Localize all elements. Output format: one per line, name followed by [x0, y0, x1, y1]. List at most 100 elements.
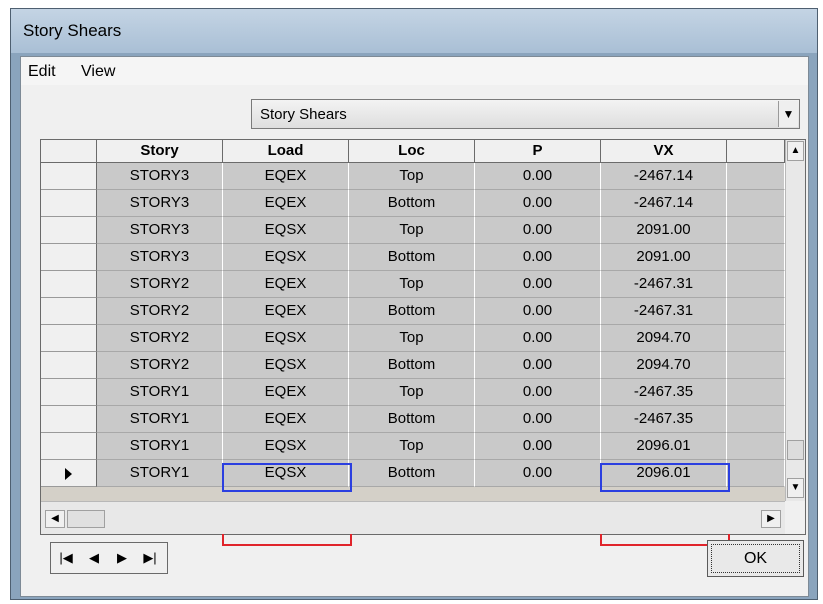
column-header-loc[interactable]: Loc — [349, 140, 475, 163]
row-header[interactable] — [41, 244, 97, 271]
cell-load[interactable]: EQEX — [223, 406, 349, 433]
cell-loc[interactable]: Top — [349, 379, 475, 406]
cell-story[interactable]: STORY3 — [97, 244, 223, 271]
cell-p[interactable]: 0.00 — [475, 406, 601, 433]
cell-story[interactable]: STORY3 — [97, 163, 223, 190]
cell-story[interactable]: STORY2 — [97, 325, 223, 352]
cell-vx[interactable]: -2467.14 — [601, 163, 727, 190]
cell-p[interactable]: 0.00 — [475, 460, 601, 487]
cell-next[interactable] — [727, 325, 785, 352]
cell-next[interactable] — [727, 298, 785, 325]
ok-button[interactable]: OK — [707, 540, 804, 577]
scroll-up-icon[interactable]: ▲ — [787, 141, 804, 161]
row-header[interactable] — [41, 190, 97, 217]
cell-loc[interactable]: Bottom — [349, 352, 475, 379]
cell-story[interactable]: STORY1 — [97, 406, 223, 433]
cell-loc[interactable]: Bottom — [349, 406, 475, 433]
cell-loc[interactable]: Bottom — [349, 190, 475, 217]
cell-load[interactable]: EQEX — [223, 163, 349, 190]
next-record-icon[interactable]: ▶ — [109, 546, 135, 570]
row-header[interactable] — [41, 271, 97, 298]
scroll-right-icon[interactable]: ▶ — [761, 510, 781, 528]
cell-story[interactable]: STORY1 — [97, 379, 223, 406]
cell-story[interactable]: STORY2 — [97, 298, 223, 325]
cell-load[interactable]: EQSX — [223, 325, 349, 352]
cell-p[interactable]: 0.00 — [475, 379, 601, 406]
cell-story[interactable]: STORY2 — [97, 352, 223, 379]
cell-vx[interactable]: 2091.00 — [601, 244, 727, 271]
cell-p[interactable]: 0.00 — [475, 163, 601, 190]
cell-p[interactable]: 0.00 — [475, 244, 601, 271]
cell-story[interactable]: STORY3 — [97, 190, 223, 217]
cell-p[interactable]: 0.00 — [475, 271, 601, 298]
cell-vx[interactable]: 2091.00 — [601, 217, 727, 244]
cell-loc[interactable]: Bottom — [349, 298, 475, 325]
row-header[interactable] — [41, 217, 97, 244]
cell-next[interactable] — [727, 190, 785, 217]
row-header[interactable] — [41, 352, 97, 379]
cell-vx[interactable]: -2467.31 — [601, 271, 727, 298]
vertical-scroll-thumb[interactable] — [787, 440, 804, 460]
row-header[interactable] — [41, 406, 97, 433]
row-header[interactable] — [41, 163, 97, 190]
column-header-next[interactable] — [727, 140, 785, 163]
first-record-icon[interactable]: |◀ — [53, 546, 79, 570]
cell-loc[interactable]: Top — [349, 433, 475, 460]
cell-loc[interactable]: Top — [349, 325, 475, 352]
row-header[interactable] — [41, 460, 97, 487]
row-header[interactable] — [41, 298, 97, 325]
cell-load[interactable]: EQEX — [223, 190, 349, 217]
cell-story[interactable]: STORY1 — [97, 433, 223, 460]
row-header[interactable] — [41, 379, 97, 406]
cell-story[interactable]: STORY2 — [97, 271, 223, 298]
row-header[interactable] — [41, 325, 97, 352]
cell-vx[interactable]: -2467.35 — [601, 406, 727, 433]
row-header[interactable] — [41, 433, 97, 460]
column-header-load[interactable]: Load — [223, 140, 349, 163]
cell-p[interactable]: 0.00 — [475, 298, 601, 325]
cell-load[interactable]: EQSX — [223, 217, 349, 244]
previous-record-icon[interactable]: ◀ — [81, 546, 107, 570]
cell-next[interactable] — [727, 352, 785, 379]
cell-loc[interactable]: Bottom — [349, 244, 475, 271]
cell-loc[interactable]: Top — [349, 217, 475, 244]
cell-loc[interactable]: Bottom — [349, 460, 475, 487]
cell-load[interactable]: EQEX — [223, 271, 349, 298]
cell-vx[interactable]: -2467.14 — [601, 190, 727, 217]
cell-load[interactable]: EQEX — [223, 379, 349, 406]
cell-next[interactable] — [727, 460, 785, 487]
cell-vx[interactable]: -2467.35 — [601, 379, 727, 406]
cell-load[interactable]: EQSX — [223, 244, 349, 271]
column-header-vx[interactable]: VX — [601, 140, 727, 163]
chevron-down-icon[interactable]: ▼ — [778, 101, 798, 127]
cell-next[interactable] — [727, 217, 785, 244]
horizontal-scrollbar[interactable]: ◀ ▶ — [41, 501, 785, 534]
vertical-scrollbar[interactable]: ▲ ▼ — [785, 140, 805, 501]
title-bar[interactable]: Story Shears — [11, 9, 817, 53]
cell-p[interactable]: 0.00 — [475, 217, 601, 244]
cell-load[interactable]: EQSX — [223, 433, 349, 460]
scroll-left-icon[interactable]: ◀ — [45, 510, 65, 528]
cell-next[interactable] — [727, 244, 785, 271]
cell-next[interactable] — [727, 163, 785, 190]
cell-p[interactable]: 0.00 — [475, 352, 601, 379]
cell-vx[interactable]: 2094.70 — [601, 352, 727, 379]
cell-load[interactable]: EQEX — [223, 298, 349, 325]
menu-view[interactable]: View — [81, 63, 115, 81]
column-header-p[interactable]: P — [475, 140, 601, 163]
cell-story[interactable]: STORY3 — [97, 217, 223, 244]
table-selector-dropdown[interactable]: Story Shears ▼ — [251, 99, 800, 129]
cell-loc[interactable]: Top — [349, 163, 475, 190]
cell-vx[interactable]: 2096.01 — [601, 433, 727, 460]
cell-next[interactable] — [727, 379, 785, 406]
scroll-down-icon[interactable]: ▼ — [787, 478, 804, 498]
cell-vx[interactable]: -2467.31 — [601, 298, 727, 325]
last-record-icon[interactable]: ▶| — [137, 546, 163, 570]
cell-loc[interactable]: Top — [349, 271, 475, 298]
horizontal-scroll-thumb[interactable] — [67, 510, 105, 528]
cell-p[interactable]: 0.00 — [475, 433, 601, 460]
cell-p[interactable]: 0.00 — [475, 325, 601, 352]
cell-story[interactable]: STORY1 — [97, 460, 223, 487]
cell-next[interactable] — [727, 271, 785, 298]
cell-vx[interactable]: 2094.70 — [601, 325, 727, 352]
